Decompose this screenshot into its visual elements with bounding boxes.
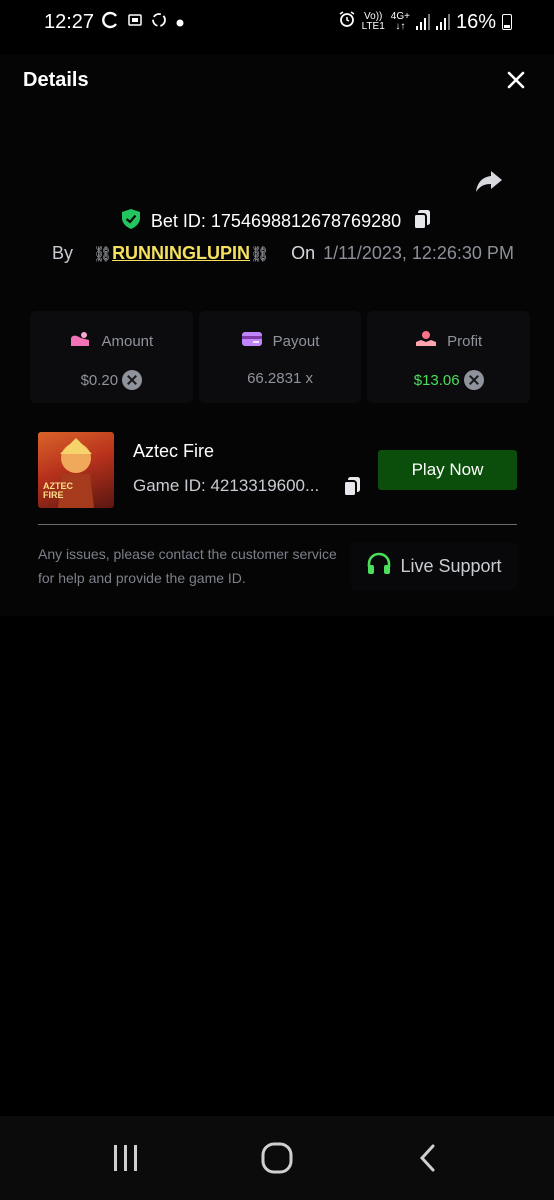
profit-card: Profit $13.06 (367, 311, 531, 403)
username-link[interactable]: ⛓RUNNINGLUPIN⛓ (93, 243, 269, 264)
volte-bottom: LTE1 (361, 21, 385, 32)
page-title: Details (23, 68, 89, 91)
screen: 12:27 Vo)) LTE1 4G+ ↓↑ 16% Details Bet I… (0, 0, 554, 1200)
by-label: By (52, 242, 74, 263)
signal-icon-2 (435, 14, 450, 30)
shield-check-icon (121, 208, 141, 235)
alarm-icon (338, 10, 356, 34)
bet-date: 1/11/2023, 12:26:30 PM (323, 242, 514, 263)
home-icon (261, 1142, 293, 1174)
status-bar: 12:27 Vo)) LTE1 4G+ ↓↑ 16% (0, 0, 554, 44)
amount-value: $0.20 (80, 371, 119, 389)
profit-label: Profit (447, 332, 483, 350)
dot-icon (176, 12, 184, 32)
card-icon (241, 330, 263, 352)
payout-value: 66.2831 x (247, 370, 313, 387)
by-row: By ⛓RUNNINGLUPIN⛓ On 1/11/2023, 12:26:30… (52, 239, 514, 267)
battery-percent: 16% (455, 10, 496, 33)
copy-game-id-button[interactable] (341, 475, 365, 499)
battery-icon (502, 14, 512, 30)
username: RUNNINGLUPIN (112, 242, 251, 263)
share-app-icon (150, 11, 168, 34)
game-id: Game ID: 4213319600... (133, 476, 320, 495)
help-text: Any issues, please contact the customer … (38, 546, 337, 586)
amount-card: Amount $0.20 (30, 311, 193, 403)
headset-icon (366, 552, 392, 581)
copy-icon (413, 209, 431, 230)
copy-bet-id-button[interactable] (411, 208, 433, 235)
share-button[interactable] (474, 166, 504, 196)
payout-label: Payout (272, 332, 320, 350)
notification-icon (128, 12, 142, 32)
details-header: Details (0, 54, 554, 106)
home-button[interactable] (247, 1128, 307, 1188)
chain-icon-right: ⛓ (250, 245, 270, 263)
live-support-button[interactable]: Live Support (350, 542, 518, 590)
amount-icon (69, 330, 91, 352)
bet-id-label: Bet ID: (150, 210, 206, 231)
payout-card: Payout 66.2831 x (198, 311, 362, 403)
bet-id-text: Bet ID: 1754698812678769280 (151, 211, 401, 232)
recent-apps-icon (113, 1145, 137, 1171)
profit-icon (415, 330, 437, 352)
on-label: On (291, 242, 316, 263)
profit-value: $13.06 (413, 371, 460, 389)
network-bottom: ↓↑ (395, 21, 406, 32)
live-support-label: Live Support (400, 555, 502, 576)
game-name: Aztec Fire (133, 441, 215, 461)
network-type: 4G+ ↓↑ (391, 12, 410, 32)
currency-coin-icon (463, 370, 484, 390)
game-thumbnail-text: AZTEC FIRE (43, 482, 73, 500)
status-right: Vo)) LTE1 4G+ ↓↑ 16% (338, 10, 512, 34)
back-icon (420, 1144, 435, 1172)
game-row: AZTEC FIRE Aztec Fire Game ID: 421331960… (38, 432, 518, 508)
play-now-button[interactable]: Play Now (378, 450, 517, 490)
system-nav-bar (0, 1116, 554, 1200)
close-button[interactable] (502, 66, 530, 94)
volte-indicator: Vo)) LTE1 (362, 12, 385, 32)
back-button[interactable] (398, 1128, 458, 1188)
copy-icon (343, 477, 360, 497)
amount-label: Amount (101, 332, 154, 350)
sync-icon (102, 11, 120, 34)
bet-id-row: Bet ID: 1754698812678769280 (0, 206, 554, 236)
divider (38, 524, 517, 525)
recent-apps-button[interactable] (96, 1128, 156, 1188)
bet-id-value: 1754698812678769280 (210, 210, 402, 231)
chain-icon-left: ⛓ (93, 245, 113, 263)
close-icon (507, 71, 525, 89)
currency-coin-icon (122, 370, 143, 390)
status-left: 12:27 (44, 11, 184, 34)
bet-stats: Amount $0.20 Payout 66.2831 x Profit $13… (30, 311, 531, 403)
signal-icon (415, 14, 430, 30)
thumb-text-2: FIRE (43, 490, 64, 500)
game-thumbnail[interactable]: AZTEC FIRE (38, 432, 114, 508)
status-time: 12:27 (44, 10, 95, 33)
share-arrow-icon (476, 171, 502, 192)
